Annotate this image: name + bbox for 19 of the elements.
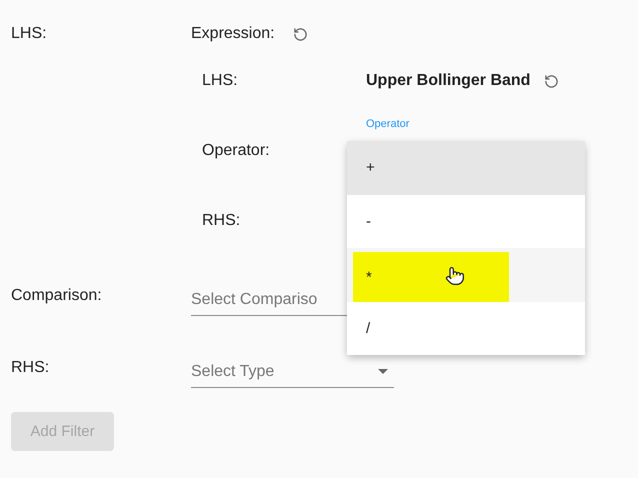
reset-icon[interactable] [544, 74, 560, 88]
caret-icon [378, 369, 388, 374]
field-label: RHS: [10, 359, 50, 377]
menu-item[interactable]: * [347, 248, 585, 302]
highlight: * [353, 252, 509, 303]
reset-icon[interactable] [292, 26, 308, 42]
field-label: Comparison: [10, 287, 103, 305]
floating-label: Operator [366, 118, 410, 130]
menu-item[interactable]: / [347, 302, 585, 355]
hand-cursor-icon [445, 266, 465, 286]
menu-item[interactable]: - [347, 194, 585, 248]
field-label: RHS: [202, 212, 242, 230]
field-label: Operator: [202, 142, 271, 160]
field-label: LHS: [10, 25, 48, 43]
menu-item[interactable]: + [347, 141, 585, 194]
field-label: LHS: [202, 72, 239, 90]
field-label: Expression: [191, 25, 275, 43]
type-select[interactable]: Select Type [191, 362, 394, 388]
lhs-value: Upper Bollinger Band [366, 72, 530, 90]
